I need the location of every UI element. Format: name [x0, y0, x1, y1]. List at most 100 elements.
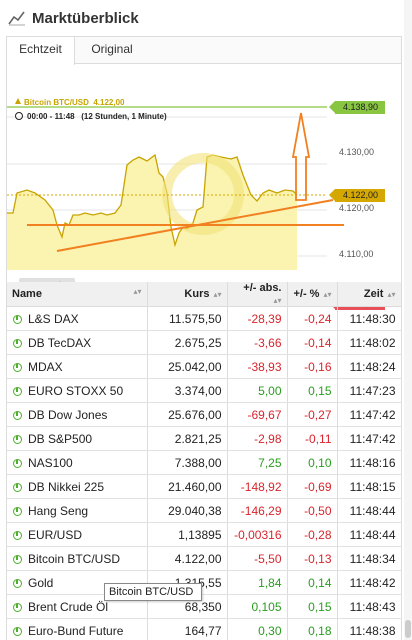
instrument-label[interactable]: Gold	[28, 576, 53, 590]
column-header-zeit[interactable]: Zeit ▴▾	[337, 282, 402, 307]
realtime-clock-icon	[13, 506, 22, 516]
instrument-name[interactable]: DB Dow Jones	[7, 402, 148, 427]
table-row[interactable]: Bitcoin BTC/USD 4.122,00 -5,50 -0,13 11:48:3…	[7, 546, 402, 571]
table-row[interactable]: EUR/USD 1,13895 -0,00316 -0,28 11:48:44	[7, 522, 402, 547]
column-header-kurs[interactable]: Kurs ▴▾	[147, 282, 228, 307]
column-label: Kurs	[184, 288, 210, 300]
pct-change-cell: -0,28	[287, 522, 338, 547]
instrument-label[interactable]: MDAX	[28, 360, 63, 374]
instrument-label[interactable]: L&S DAX	[28, 312, 79, 326]
abs-change-cell: -148,92	[227, 474, 288, 499]
column-label: +/- %	[293, 288, 320, 300]
pct-change-cell: 0,18	[287, 618, 338, 640]
time-cell: 11:48:02	[337, 330, 402, 355]
table-row[interactable]: DB S&P500 2.821,25 -2,98 -0,11 11:47:42	[7, 426, 402, 451]
kurs-cell: 25.042,00	[147, 354, 228, 379]
time-cell: 11:48:38	[337, 618, 402, 640]
widget-header: Marktüberblick	[0, 0, 412, 36]
legend-symbol: Bitcoin BTC/USD	[24, 98, 89, 107]
instrument-name[interactable]: DB TecDAX	[7, 330, 148, 355]
realtime-clock-icon	[13, 482, 22, 492]
instrument-label[interactable]: Hang Seng	[28, 504, 88, 518]
current-price-tag: 4.122,00	[329, 189, 385, 202]
realtime-clock-icon	[13, 386, 22, 396]
instrument-name[interactable]: EURO STOXX 50	[7, 378, 148, 403]
column-header-abs[interactable]: +/- abs. ▴▾	[227, 282, 288, 307]
chart-legend: Bitcoin BTC/USD 4.122,00	[15, 98, 124, 107]
instrument-label[interactable]: DB Nikkei 225	[28, 480, 104, 494]
column-header-name[interactable]: Name ▴▾	[7, 282, 148, 307]
table-row[interactable]: NAS100 7.388,00 7,25 0,10 11:48:16	[7, 450, 402, 475]
abs-change-cell: 1,84	[227, 570, 288, 595]
column-label: Name	[12, 288, 42, 300]
market-panel: Echtzeit Original Bitcoin BTC/USD 4.122,…	[6, 36, 402, 640]
instrument-name[interactable]: DB S&P500	[7, 426, 148, 451]
abs-change-cell: -28,39	[227, 306, 288, 331]
table-row[interactable]: L&S DAX 11.575,50 -28,39 -0,24 11:48:30	[7, 306, 402, 331]
instrument-name[interactable]: MDAX	[7, 354, 148, 379]
kurs-cell: 2.675,25	[147, 330, 228, 355]
instrument-name[interactable]: Bitcoin BTC/USD	[7, 546, 148, 571]
tab-echtzeit[interactable]: Echtzeit	[7, 37, 75, 65]
abs-change-cell: -69,67	[227, 402, 288, 427]
table-row[interactable]: DB TecDAX 2.675,25 -3,66 -0,14 11:48:02	[7, 330, 402, 355]
table-row[interactable]: Gold1.315,551,840,1411:48:42	[7, 570, 402, 595]
abs-change-cell: 0,105	[227, 594, 288, 619]
scrollbar[interactable]	[404, 0, 412, 640]
realtime-clock-icon	[13, 602, 22, 612]
y-tick-label: 4.130,00	[339, 147, 375, 157]
instrument-name[interactable]: Hang Seng	[7, 498, 148, 523]
table-row[interactable]: Brent Crude Öl 68,350 0,105 0,15 11:48:43	[7, 594, 402, 619]
instrument-label[interactable]: DB TecDAX	[28, 336, 91, 350]
table-row[interactable]: MDAX 25.042,00 -38,93 -0,16 11:48:24	[7, 354, 402, 379]
table-row[interactable]: DB Nikkei 225 21.460,00 -148,92 -0,69 11:48:…	[7, 474, 402, 499]
instrument-label[interactable]: NAS100	[28, 456, 73, 470]
kurs-cell: 3.374,00	[147, 378, 228, 403]
scrollbar-thumb[interactable]	[405, 620, 411, 638]
sort-icon: ▴▾	[323, 290, 332, 299]
instrument-label[interactable]: Euro-Bund Future	[28, 624, 123, 638]
kurs-cell: 21.460,00	[147, 474, 228, 499]
instrument-label[interactable]: Brent Crude Öl	[28, 600, 108, 614]
y-tick-label: 4.120,00	[339, 203, 375, 213]
instrument-label[interactable]: DB S&P500	[28, 432, 92, 446]
table-row[interactable]: Hang Seng 29.040,38 -146,29 -0,50 11:48:44	[7, 498, 402, 523]
column-header-pct[interactable]: +/- % ▴▾	[287, 282, 338, 307]
price-area	[7, 155, 297, 270]
realtime-clock-icon	[13, 578, 22, 588]
pct-change-cell: 0,14	[287, 570, 338, 595]
instrument-name[interactable]: L&S DAX	[7, 306, 148, 331]
clock-icon	[15, 112, 23, 120]
time-cell: 11:47:42	[337, 426, 402, 451]
table-header: Name ▴▾ Kurs ▴▾ +/- abs.▴▾ +/- % ▴▾ Zeit ▴▾	[7, 282, 402, 307]
time-cell: 11:48:43	[337, 594, 402, 619]
tab-original[interactable]: Original	[77, 37, 147, 64]
instrument-label[interactable]: EUR/USD	[28, 528, 82, 542]
kurs-cell: 4.122,00	[147, 546, 228, 571]
time-cell: 11:48:42	[337, 570, 402, 595]
instrument-name[interactable]: NAS100	[7, 450, 148, 475]
quotes-table-wrap: Name ▴▾ Kurs ▴▾ +/- abs.▴▾ +/- % ▴▾ Zeit ▴▾ …	[7, 282, 402, 640]
abs-change-cell: 5,00	[227, 378, 288, 403]
realtime-clock-icon	[13, 410, 22, 420]
price-chart[interactable]: Bitcoin BTC/USD 4.122,00 00:00 - 11:48 (…	[7, 65, 401, 315]
instrument-label[interactable]: Bitcoin BTC/USD	[28, 552, 120, 566]
high-price-tag: 4.138,90	[329, 101, 385, 114]
table-row[interactable]: Euro-Bund Future 164,77 0,30 0,18 11:48:38	[7, 618, 402, 640]
instrument-name[interactable]: Euro-Bund Future	[7, 618, 148, 640]
pct-change-cell: -0,50	[287, 498, 338, 523]
instrument-label[interactable]: DB Dow Jones	[28, 408, 107, 422]
tab-bar: Echtzeit Original	[7, 37, 401, 65]
realtime-clock-icon	[13, 458, 22, 468]
instrument-label[interactable]: EURO STOXX 50	[28, 384, 123, 398]
table-row[interactable]: EURO STOXX 50 3.374,00 5,00 0,15 11:47:23	[7, 378, 402, 403]
realtime-clock-icon	[13, 338, 22, 348]
sort-icon: ▴▾	[273, 296, 282, 305]
instrument-name[interactable]: DB Nikkei 225	[7, 474, 148, 499]
table-row[interactable]: DB Dow Jones 25.676,00 -69,67 -0,27 11:47:42	[7, 402, 402, 427]
realtime-clock-icon	[13, 434, 22, 444]
instrument-name[interactable]: EUR/USD	[7, 522, 148, 547]
quotes-table: Name ▴▾ Kurs ▴▾ +/- abs.▴▾ +/- % ▴▾ Zeit ▴▾ …	[7, 282, 402, 640]
tooltip: Bitcoin BTC/USD	[104, 583, 202, 601]
abs-change-cell: -3,66	[227, 330, 288, 355]
